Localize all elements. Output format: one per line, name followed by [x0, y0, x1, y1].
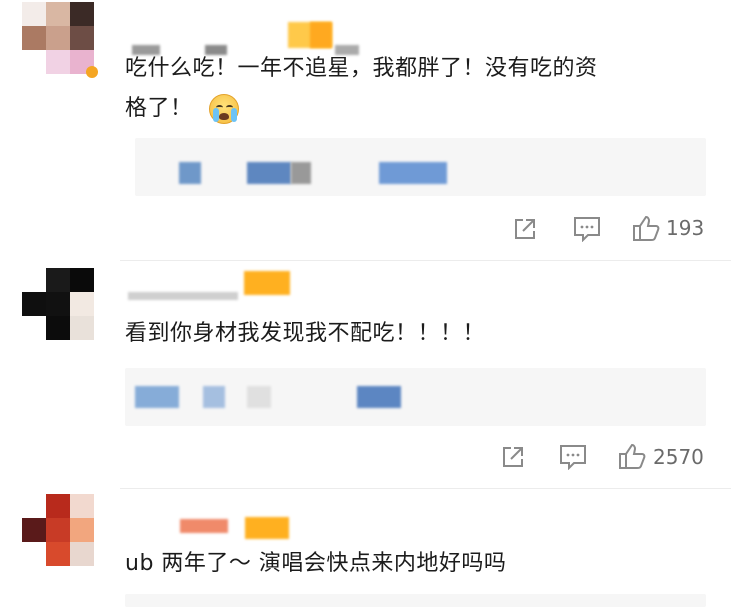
verified-badge-icon [86, 66, 98, 78]
vip-badge-icon [244, 271, 290, 295]
vip-badge-icon [245, 517, 289, 539]
avatar[interactable] [22, 268, 94, 340]
avatar[interactable] [22, 494, 94, 566]
loudly-crying-face-icon [209, 94, 239, 124]
comment-text: 吃什么吃！一年不追星，我都胖了！没有吃的资 [125, 56, 598, 81]
comment-text: ub 两年了～ 演唱会快点来内地好吗吗 [125, 551, 507, 576]
reply-preview[interactable] [125, 368, 706, 426]
thumbs-up-icon[interactable] [618, 442, 646, 470]
reply-preview[interactable] [125, 594, 706, 607]
comment-icon[interactable] [573, 216, 601, 242]
divider [120, 260, 731, 261]
like-count: 193 [666, 216, 705, 240]
username[interactable] [128, 292, 238, 300]
reply-preview[interactable] [135, 138, 706, 196]
vip-badge-icon [310, 22, 332, 48]
share-icon[interactable] [512, 216, 538, 242]
share-icon[interactable] [500, 444, 526, 470]
avatar[interactable] [22, 2, 94, 74]
like-count: 2570 [653, 445, 704, 469]
comment-icon[interactable] [559, 444, 587, 470]
comment-text: 看到你身材我发现我不配吃！！！！ [125, 321, 486, 346]
thumbs-up-icon[interactable] [632, 214, 660, 242]
username[interactable] [180, 519, 228, 533]
comment-text-continued: 格了！ [125, 96, 193, 121]
divider [120, 488, 731, 489]
